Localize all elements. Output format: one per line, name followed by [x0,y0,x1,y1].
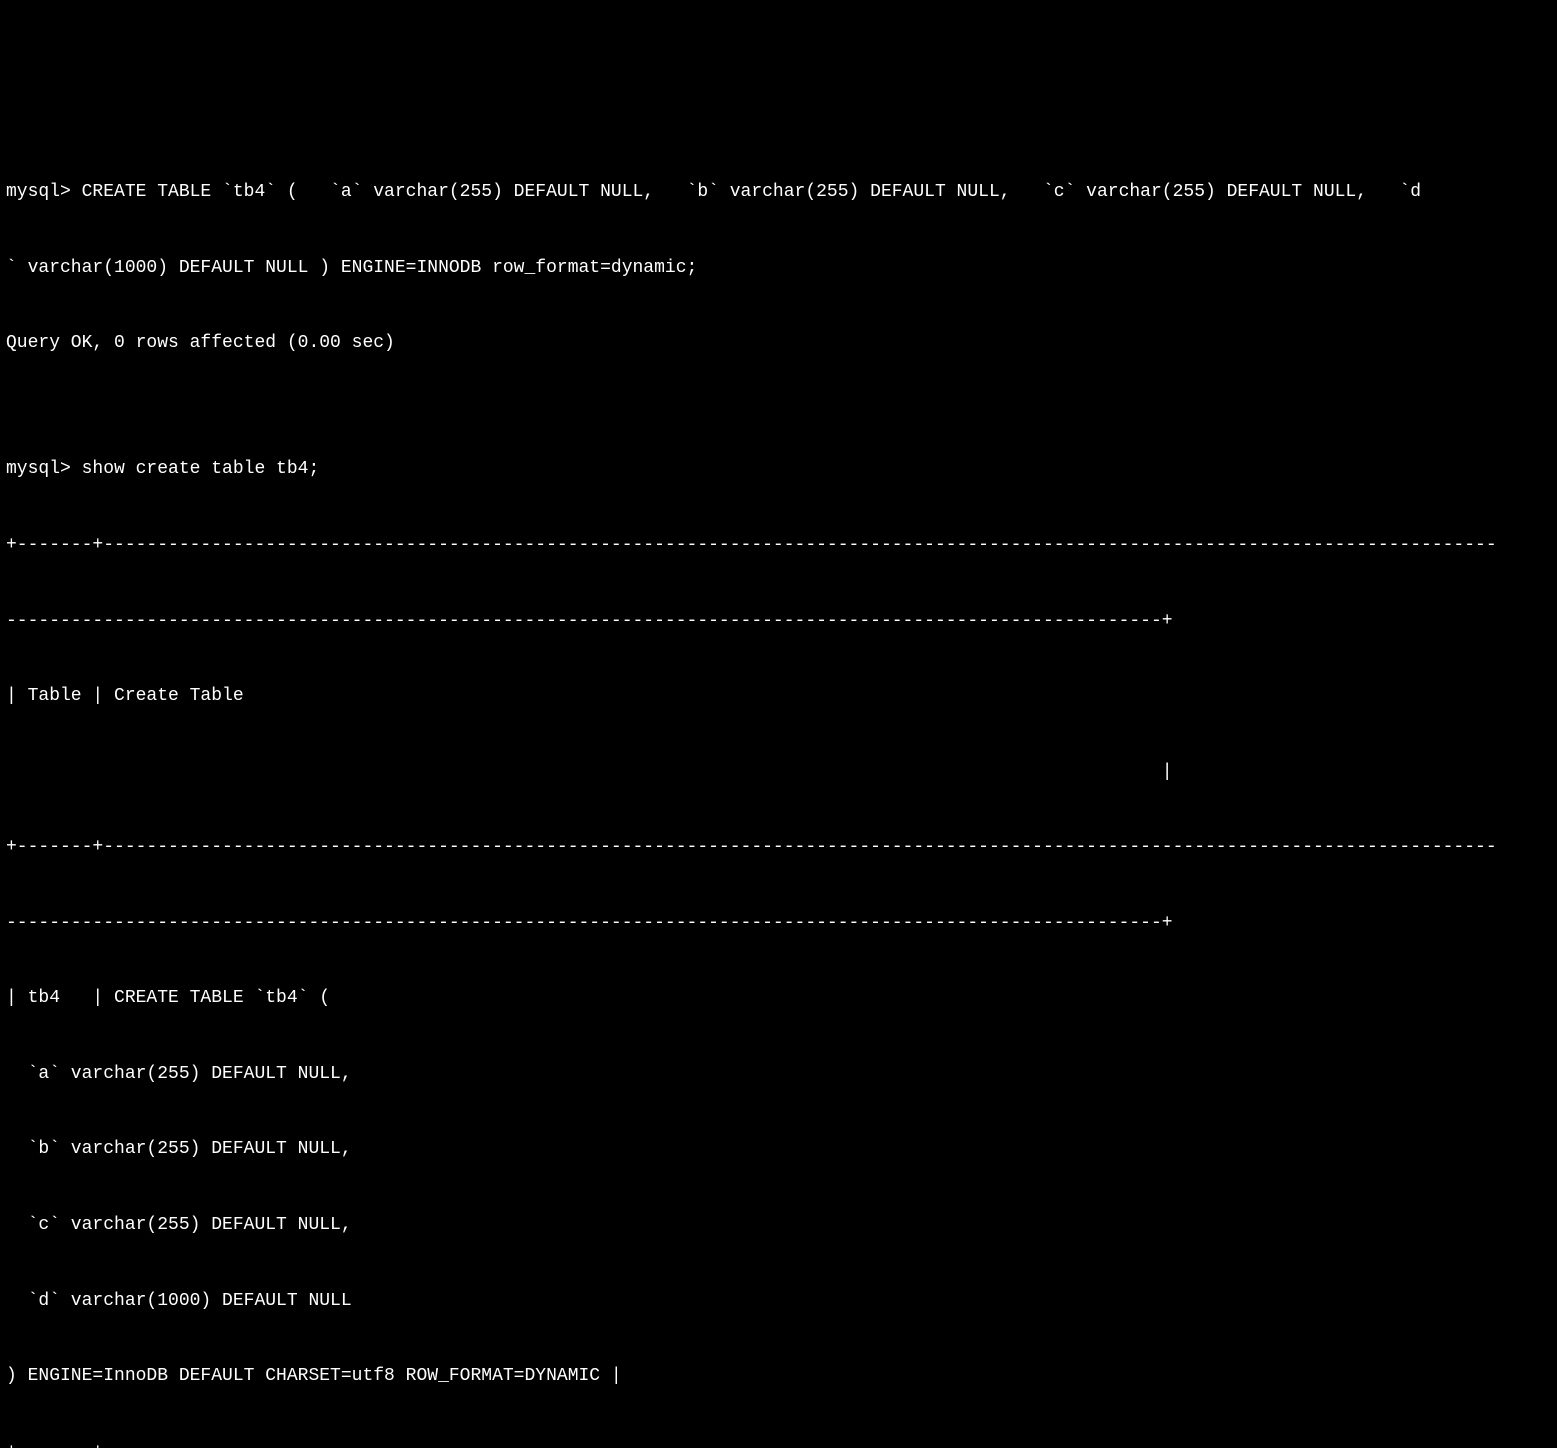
terminal-line: | [6,760,1551,785]
terminal-line: `a` varchar(255) DEFAULT NULL, [6,1062,1551,1087]
terminal-line: | Table | Create Table [6,684,1551,709]
terminal-line: `d` varchar(1000) DEFAULT NULL [6,1289,1551,1314]
terminal-line: `b` varchar(255) DEFAULT NULL, [6,1137,1551,1162]
terminal-line: mysql> show create table tb4; [6,457,1551,482]
terminal-line: mysql> CREATE TABLE `tb4` ( `a` varchar(… [6,180,1551,205]
terminal-line: ) ENGINE=InnoDB DEFAULT CHARSET=utf8 ROW… [6,1364,1551,1389]
terminal-line: ----------------------------------------… [6,911,1551,936]
terminal-line: +-------+-------------------------------… [6,1440,1551,1448]
mysql-terminal[interactable]: mysql> CREATE TABLE `tb4` ( `a` varchar(… [0,126,1557,1448]
terminal-line: `c` varchar(255) DEFAULT NULL, [6,1213,1551,1238]
terminal-line: +-------+-------------------------------… [6,533,1551,558]
terminal-line: +-------+-------------------------------… [6,835,1551,860]
terminal-line: ` varchar(1000) DEFAULT NULL ) ENGINE=IN… [6,256,1551,281]
terminal-line: | tb4 | CREATE TABLE `tb4` ( [6,986,1551,1011]
terminal-line: Query OK, 0 rows affected (0.00 sec) [6,331,1551,356]
terminal-line: ----------------------------------------… [6,609,1551,634]
